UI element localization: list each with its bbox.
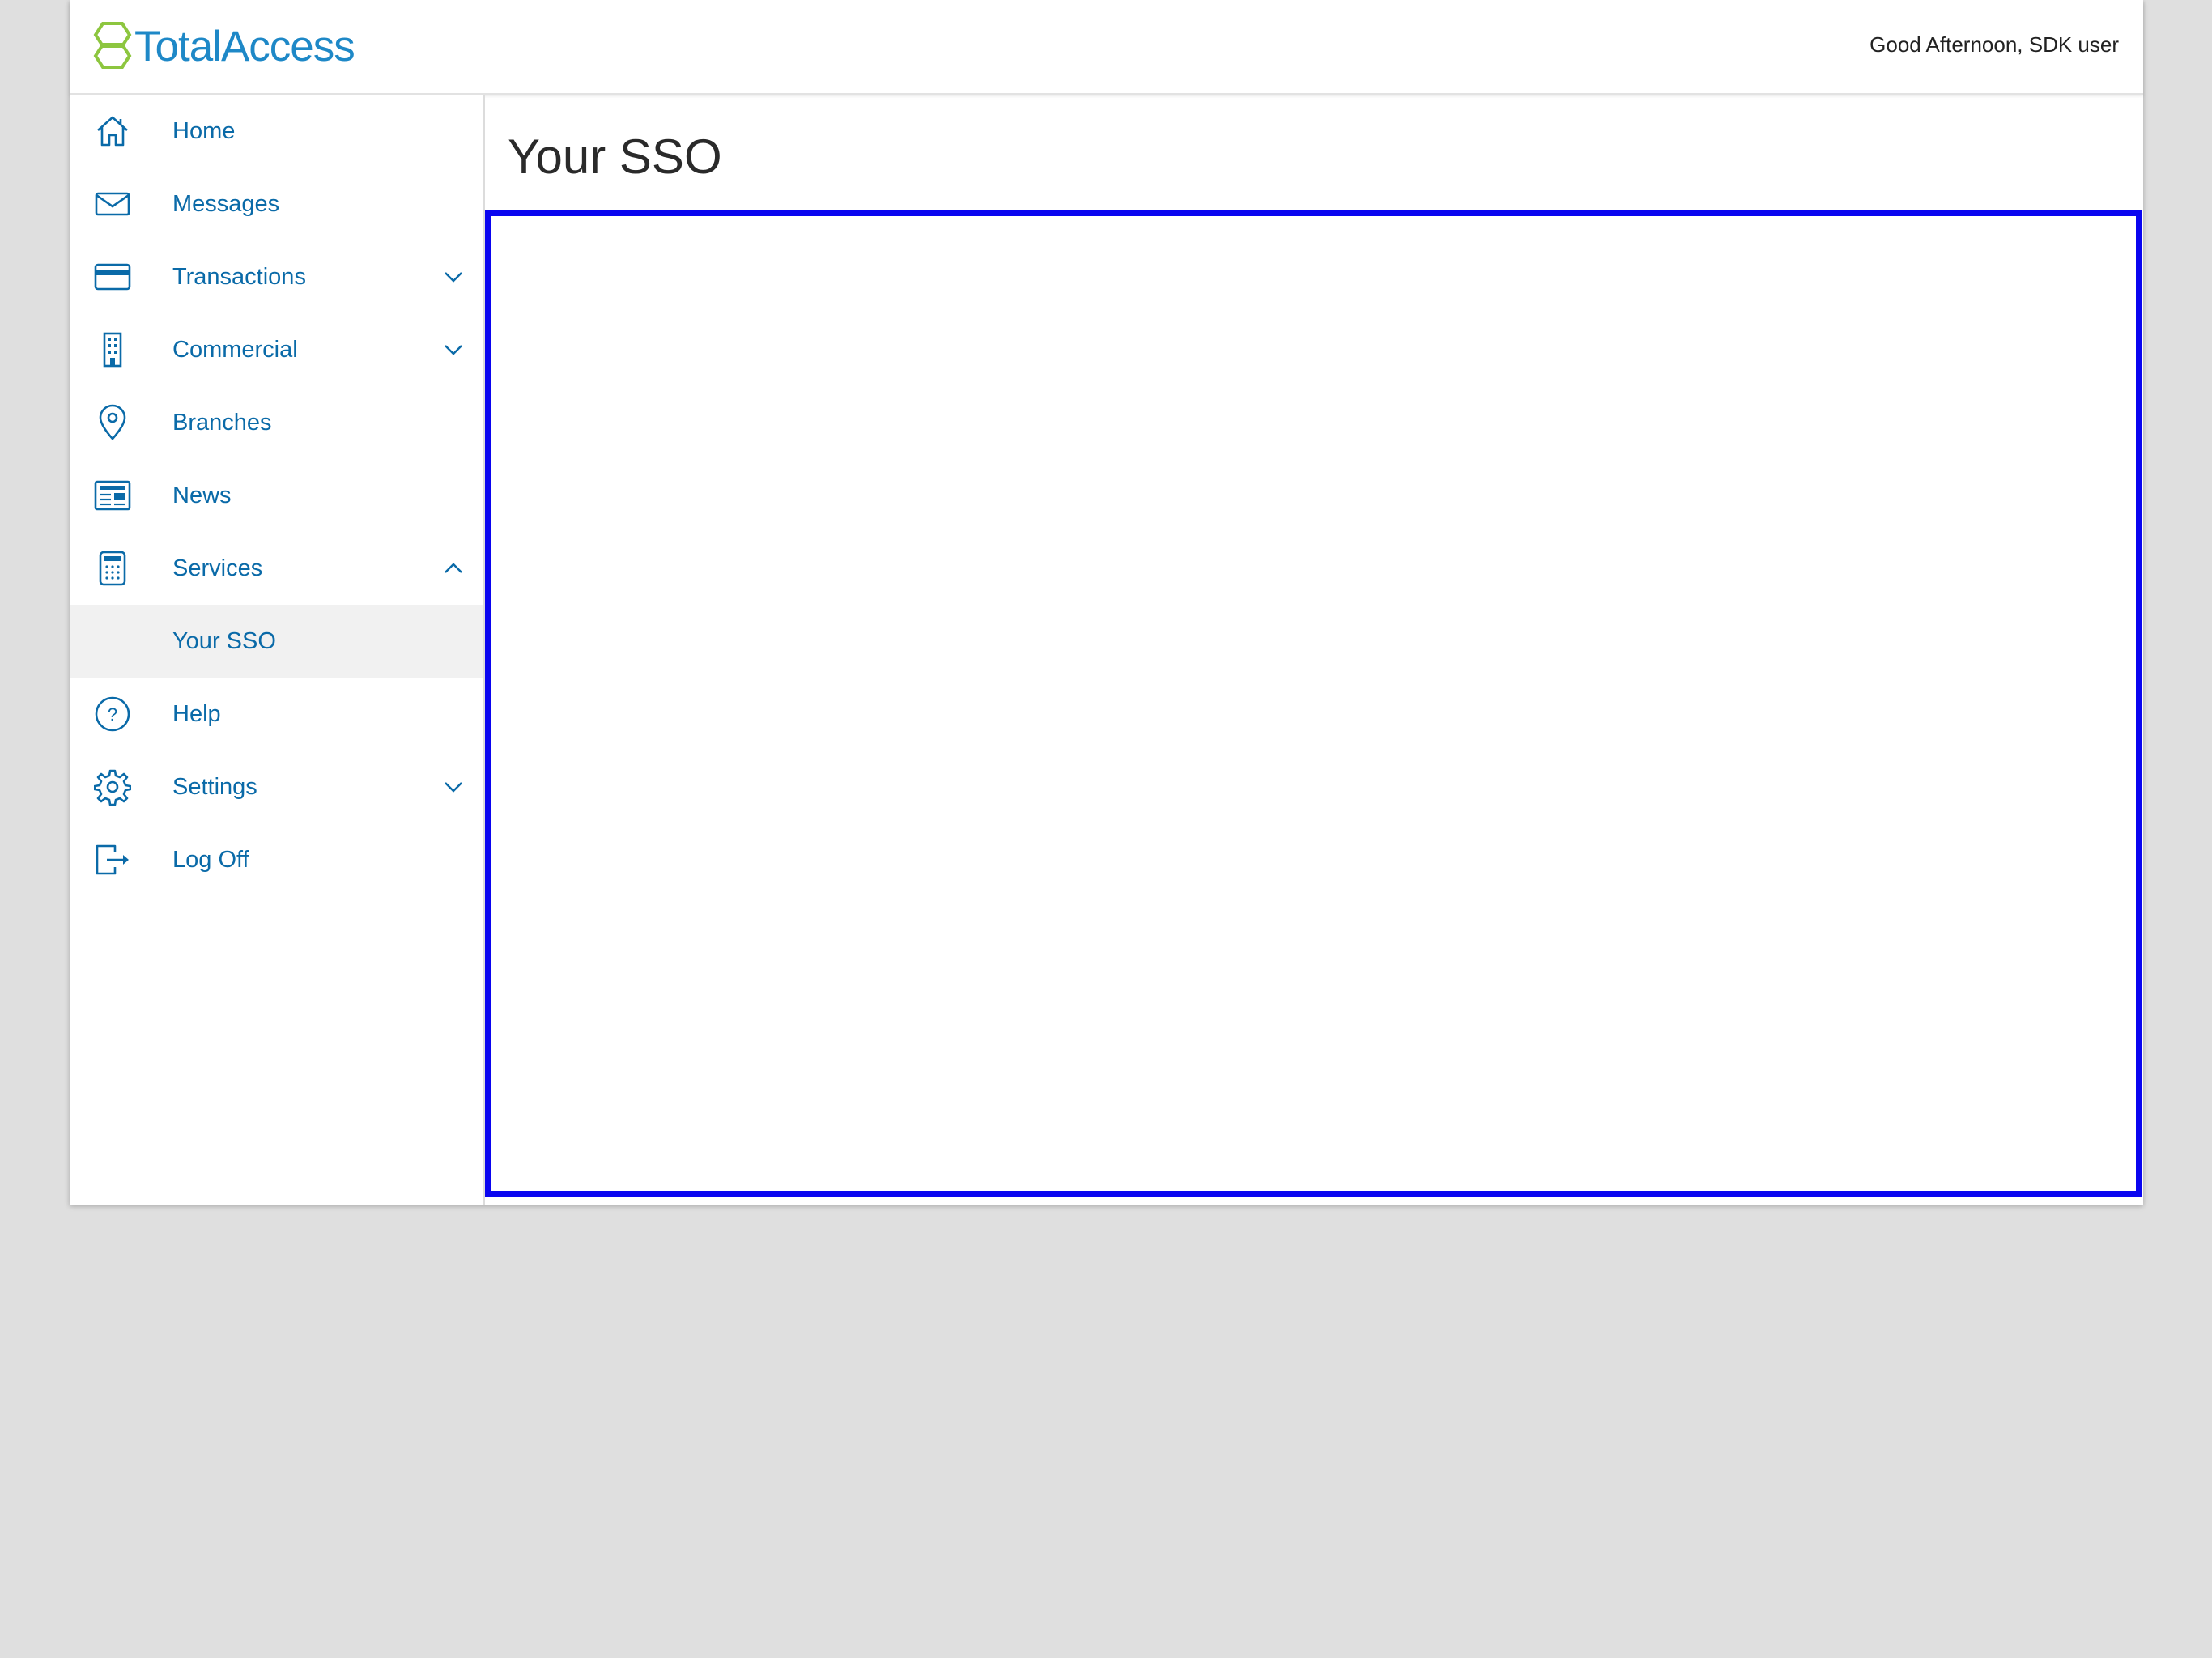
logout-icon (94, 841, 131, 878)
sidebar-item-messages[interactable]: Messages (70, 168, 483, 240)
sidebar-item-transactions[interactable]: Transactions (70, 240, 483, 313)
sidebar-item-label: Branches (172, 409, 272, 436)
top-header: TotalAccess Good Afternoon, SDK user (70, 0, 2143, 95)
sidebar-item-label: Home (172, 117, 236, 144)
sidebar-item-label: Services (172, 555, 263, 581)
question-circle-icon: ? (94, 695, 131, 733)
brand-name: TotalAccess (134, 22, 355, 70)
chevron-down-icon[interactable] (441, 265, 466, 289)
sidebar-item-label: Log Off (172, 846, 249, 873)
sidebar-item-commercial[interactable]: Commercial (70, 313, 483, 386)
sidebar-subitem-your-sso[interactable]: Your SSO (70, 605, 483, 678)
chevron-down-icon[interactable] (441, 338, 466, 362)
envelope-icon (94, 185, 131, 223)
app-window: TotalAccess Good Afternoon, SDK user Hom… (70, 0, 2143, 1205)
gear-icon (94, 768, 131, 806)
sidebar-item-label: Transactions (172, 263, 306, 290)
sidebar-item-label: Settings (172, 773, 257, 800)
brand-logo[interactable]: TotalAccess (92, 19, 355, 73)
sidebar-item-news[interactable]: News (70, 459, 483, 532)
sidebar-nav: Home Messages Transactions Commercial Br… (70, 95, 485, 1205)
building-icon (94, 331, 131, 368)
sidebar-item-label: Help (172, 700, 221, 727)
sso-content-frame[interactable] (485, 210, 2142, 1197)
sidebar-item-log-off[interactable]: Log Off (70, 823, 483, 896)
sidebar-item-label: Your SSO (172, 627, 276, 654)
svg-text:?: ? (108, 704, 117, 725)
main-content: Your SSO (485, 95, 2143, 1205)
newspaper-icon (94, 477, 131, 514)
page-title: Your SSO (508, 130, 722, 184)
sidebar-item-home[interactable]: Home (70, 95, 483, 168)
sidebar-item-help[interactable]: ? Help (70, 678, 483, 750)
user-greeting: Good Afternoon, SDK user (1870, 32, 2119, 57)
credit-card-icon (94, 258, 131, 295)
chevron-up-icon[interactable] (441, 556, 466, 580)
sidebar-item-services[interactable]: Services (70, 532, 483, 605)
map-pin-icon (94, 404, 131, 441)
chevron-down-icon[interactable] (441, 775, 466, 799)
sidebar-item-label: Messages (172, 190, 280, 217)
calculator-icon (94, 550, 131, 587)
sidebar-item-label: Commercial (172, 336, 298, 363)
logo-hexagon-icon (93, 22, 132, 69)
home-icon (94, 113, 131, 150)
sidebar-item-branches[interactable]: Branches (70, 386, 483, 459)
sidebar-item-label: News (172, 482, 232, 508)
sidebar-item-settings[interactable]: Settings (70, 750, 483, 823)
